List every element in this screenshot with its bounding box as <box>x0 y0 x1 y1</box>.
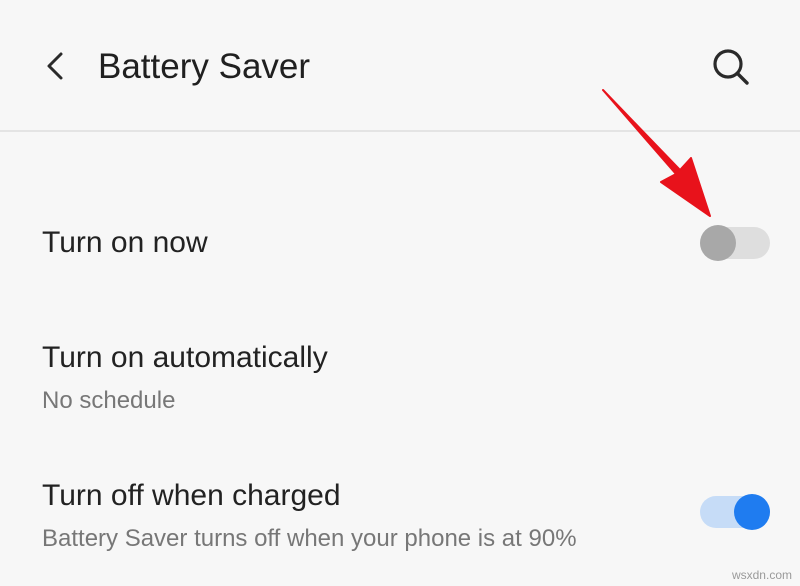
setting-turn-on-now[interactable]: Turn on now <box>0 205 800 285</box>
toggle-knob <box>734 494 770 530</box>
toggle-knob <box>700 225 736 261</box>
setting-subtitle: No schedule <box>42 387 176 414</box>
search-icon <box>713 49 749 85</box>
setting-turn-off-when-charged[interactable]: Turn off when charged Battery Saver turn… <box>0 468 800 568</box>
setting-title: Turn off when charged <box>42 479 341 512</box>
setting-title: Turn on automatically <box>42 341 328 374</box>
setting-turn-on-automatically[interactable]: Turn on automatically No schedule <box>0 330 800 430</box>
watermark: wsxdn.com <box>731 568 792 582</box>
setting-subtitle: Battery Saver turns off when your phone … <box>42 525 577 552</box>
back-button[interactable] <box>34 44 76 88</box>
back-arrow-icon <box>47 52 63 80</box>
turn-off-when-charged-toggle[interactable] <box>700 494 770 530</box>
app-bar: Battery Saver <box>0 0 800 132</box>
turn-on-now-toggle[interactable] <box>700 225 770 261</box>
setting-title: Turn on now <box>42 226 208 259</box>
page-title: Battery Saver <box>98 47 311 86</box>
search-button[interactable] <box>706 44 756 90</box>
